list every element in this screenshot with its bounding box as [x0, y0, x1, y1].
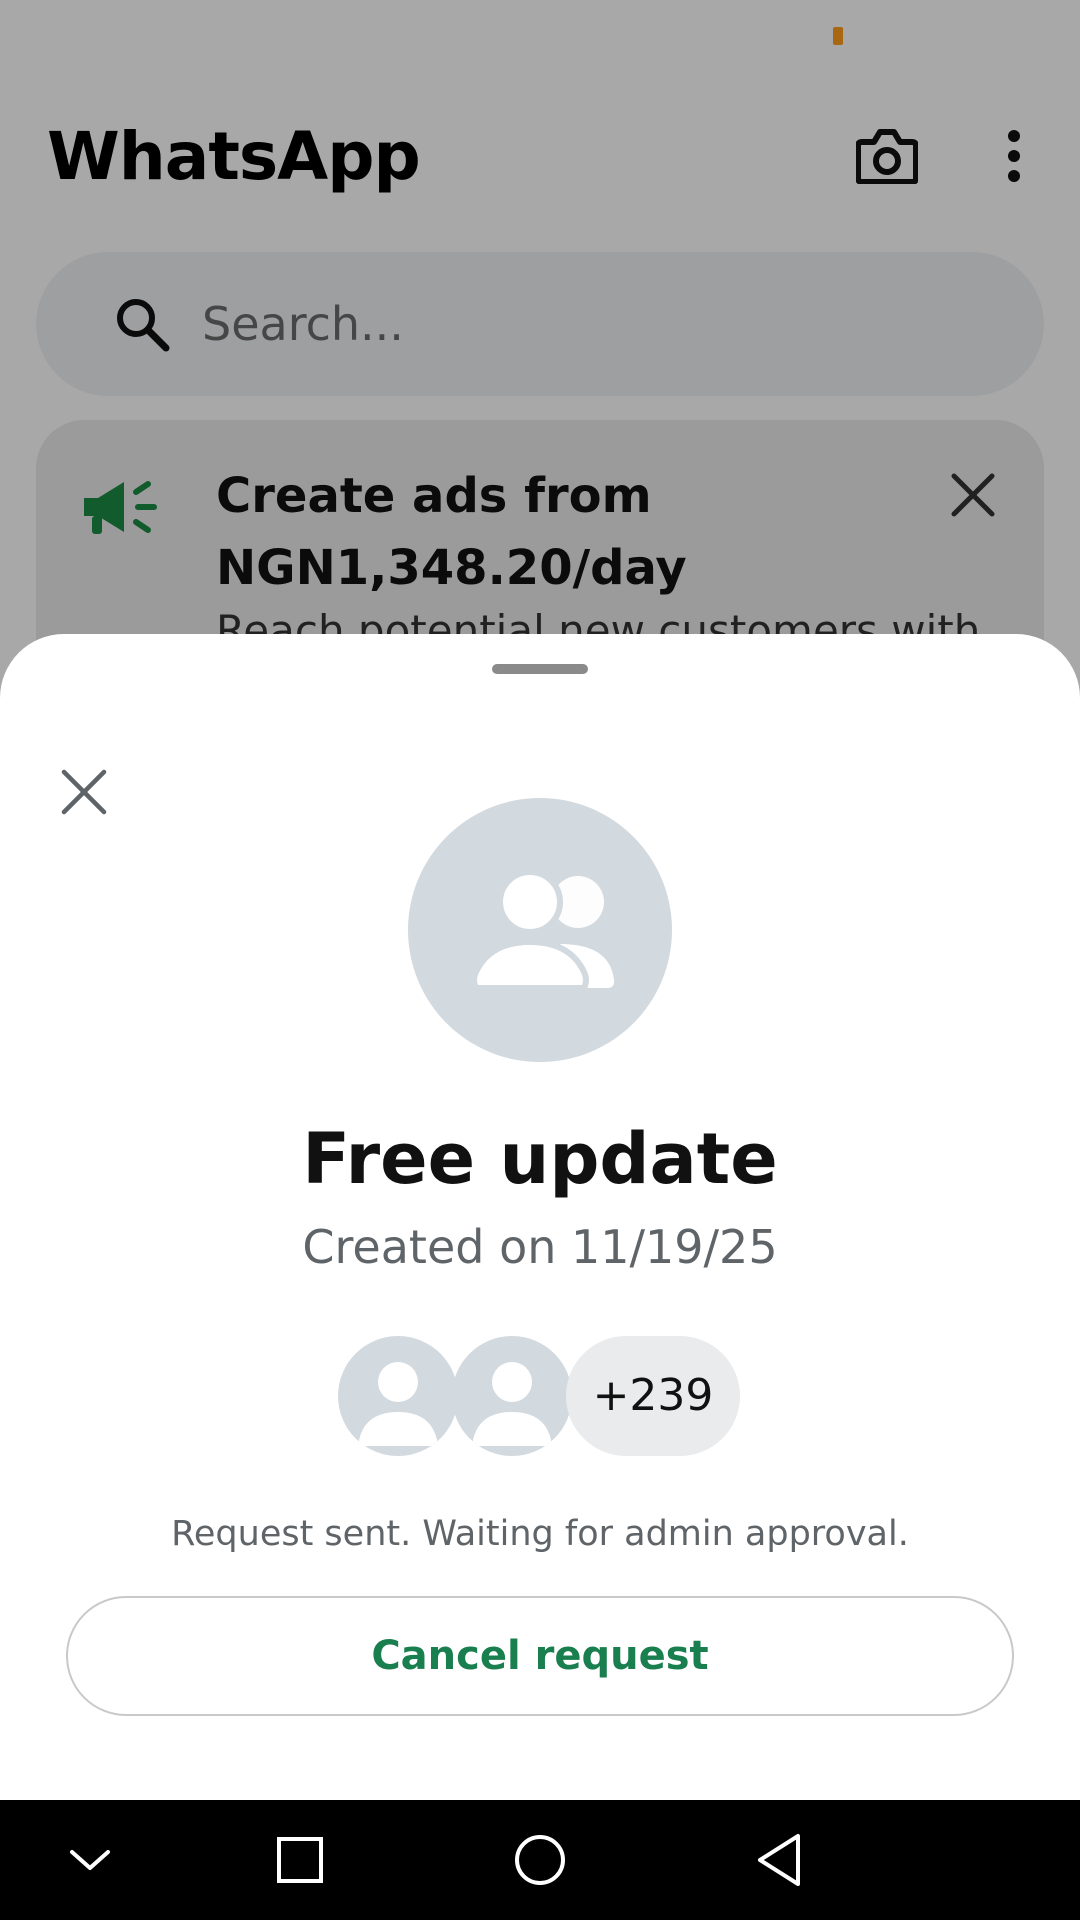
- group-name: Free update: [302, 1118, 778, 1200]
- system-nav-bar: [0, 1800, 1080, 1920]
- person-icon: [472, 1362, 552, 1446]
- member-avatar: [338, 1336, 458, 1456]
- group-avatar: [408, 798, 672, 1062]
- cancel-request-button[interactable]: Cancel request: [66, 1596, 1014, 1716]
- group-info-sheet: Free update Created on 11/19/25 +239 Req…: [0, 634, 1080, 1800]
- home-button[interactable]: [510, 1830, 570, 1890]
- close-icon[interactable]: [60, 768, 108, 816]
- request-status: Request sent. Waiting for admin approval…: [171, 1514, 909, 1554]
- drag-handle[interactable]: [492, 664, 588, 674]
- recents-button[interactable]: [270, 1830, 330, 1890]
- back-button[interactable]: [752, 1830, 812, 1890]
- chevron-down-icon[interactable]: [60, 1830, 120, 1890]
- created-date: Created on 11/19/25: [302, 1220, 778, 1274]
- member-avatar: [452, 1336, 572, 1456]
- member-avatars: +239: [338, 1336, 742, 1456]
- person-icon: [358, 1362, 438, 1446]
- member-count-badge: +239: [566, 1336, 740, 1456]
- group-icon: [471, 869, 615, 991]
